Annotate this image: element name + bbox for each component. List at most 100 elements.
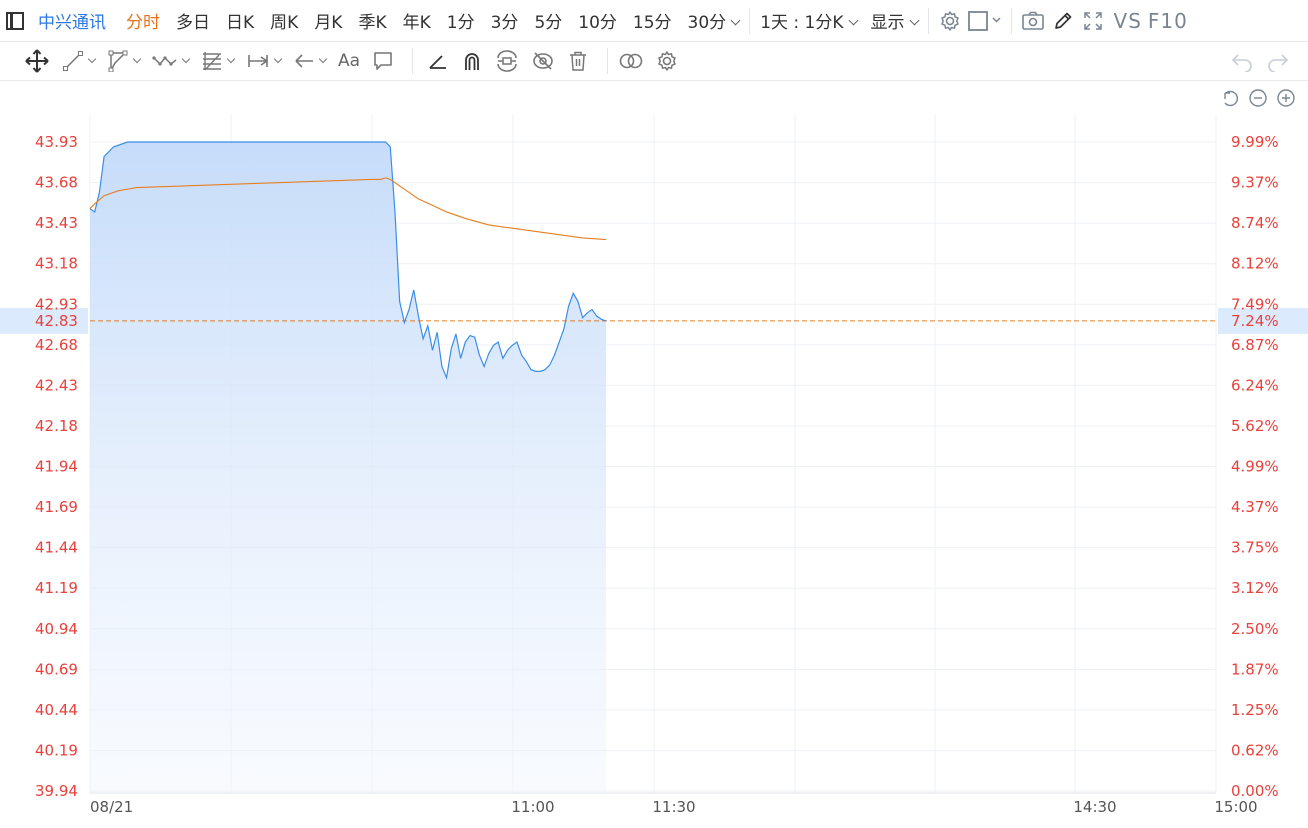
current-price-label: 42.83: [35, 312, 78, 330]
wave-pattern-icon: [152, 56, 177, 66]
fib-tool[interactable]: [201, 50, 236, 72]
delete-tool[interactable]: [567, 50, 589, 72]
tab-1min[interactable]: 1分: [447, 8, 475, 33]
line-tool[interactable]: [62, 50, 97, 72]
eye-off-icon: [533, 52, 553, 70]
pencil-icon[interactable]: [1048, 6, 1078, 36]
x-tick-label: 11:00: [511, 798, 554, 816]
fullscreen-icon[interactable]: [1078, 6, 1108, 36]
vs-compare-button[interactable]: VS: [1114, 9, 1142, 33]
y-tick-percent: 2.50%: [1231, 620, 1279, 638]
sync-icon: [497, 50, 517, 72]
display-dropdown[interactable]: 显示: [871, 8, 919, 33]
tab-daily-k[interactable]: 日K: [226, 8, 254, 33]
tab-3min[interactable]: 3分: [491, 8, 519, 33]
period-combo-dropdown[interactable]: 1天 : 1分K: [760, 8, 858, 33]
reset-zoom-icon[interactable]: [1224, 90, 1239, 107]
top-bar: 中兴通讯 分时 多日 日K 周K 月K 季K 年K 1分 3分 5分 10分 1…: [0, 0, 1308, 42]
x-tick-label: 14:30: [1073, 798, 1116, 816]
y-tick-percent: 3.75%: [1231, 539, 1279, 557]
tab-30min-label: 30分: [687, 13, 727, 33]
x-tick-label: 11:30: [652, 798, 695, 816]
y-tick-price: 42.43: [35, 376, 78, 394]
tab-10min[interactable]: 10分: [578, 8, 617, 33]
move-tool[interactable]: [24, 48, 50, 74]
y-tick-price: 41.94: [35, 458, 78, 476]
chevron-down-icon: [87, 54, 97, 64]
f10-button[interactable]: F10: [1148, 9, 1188, 33]
y-tick-percent: 9.99%: [1231, 133, 1279, 151]
zoom-out-icon[interactable]: [1249, 89, 1267, 107]
y-tick-price: 41.19: [35, 579, 78, 597]
y-tick-price: 41.69: [35, 498, 78, 516]
settings-gear-icon[interactable]: [935, 6, 965, 36]
text-tool-label: Aa: [338, 51, 361, 71]
wave-tool[interactable]: [152, 50, 191, 72]
period-combo-label: 1天 : 1分K: [760, 13, 844, 33]
overlap-circles-icon: [619, 53, 643, 69]
trend-line-icon: [63, 51, 83, 71]
tab-30min[interactable]: 30分: [687, 8, 741, 33]
x-tick-label: 08/21: [90, 798, 133, 816]
arrow-tool[interactable]: [293, 50, 328, 72]
y-tick-percent: 8.12%: [1231, 255, 1279, 273]
tab-monthly-k[interactable]: 月K: [314, 8, 342, 33]
move-arrows-icon: [25, 49, 49, 73]
y-tick-percent: 7.49%: [1231, 295, 1279, 313]
y-tick-percent: 6.24%: [1231, 376, 1279, 394]
range-measure-icon: [248, 55, 269, 67]
ruler-tool[interactable]: [427, 50, 449, 72]
intraday-chart[interactable]: 43.93 43.68 43.43 43.18 42.93 42.68 42.43 42.18…: [0, 81, 1308, 828]
divider: [749, 7, 751, 34]
tab-5min[interactable]: 5分: [534, 8, 562, 33]
y-tick-percent: 9.37%: [1231, 174, 1279, 192]
measure-tool[interactable]: [246, 50, 283, 72]
zoom-controls: [1224, 89, 1295, 107]
stock-name[interactable]: 中兴通讯: [38, 8, 106, 33]
layout-square-dropdown[interactable]: [965, 6, 1005, 36]
x-tick-label: 15:00: [1214, 798, 1257, 816]
tab-intraday[interactable]: 分时: [126, 8, 160, 33]
y-tick-price: 40.44: [35, 701, 78, 719]
redo-button[interactable]: [1266, 50, 1290, 72]
comment-tool[interactable]: [372, 50, 394, 72]
y-tick-percent: 1.25%: [1231, 701, 1279, 719]
comment-bubble-icon: [374, 52, 392, 70]
tab-weekly-k[interactable]: 周K: [270, 8, 298, 33]
angle-ruler-icon: [429, 55, 447, 69]
y-tick-percent: 0.62%: [1231, 741, 1279, 759]
shape-tool[interactable]: [107, 50, 142, 72]
sidebar-toggle-icon[interactable]: [6, 11, 24, 30]
gear-icon: [658, 51, 676, 71]
zoom-in-icon[interactable]: [1277, 89, 1295, 107]
price-area-fill: [90, 142, 607, 793]
divider: [607, 48, 609, 74]
camera-icon[interactable]: [1018, 6, 1048, 36]
y-tick-price: 42.18: [35, 417, 78, 435]
tab-multi-day[interactable]: 多日: [176, 8, 210, 33]
divider: [927, 7, 929, 34]
fibonacci-grid-icon: [203, 52, 221, 71]
text-tool[interactable]: Aa: [338, 51, 360, 71]
tab-15min[interactable]: 15分: [633, 8, 672, 33]
tab-quarterly-k[interactable]: 季K: [358, 8, 386, 33]
hide-drawings-tool[interactable]: [531, 50, 555, 72]
y-tick-price: 41.44: [35, 539, 78, 557]
magnet-tool[interactable]: [461, 50, 483, 72]
undo-icon: [1231, 54, 1252, 72]
y-tick-price: 40.94: [35, 620, 78, 638]
chevron-down-icon: [848, 15, 858, 26]
chevron-down-icon: [226, 54, 236, 64]
y-tick-percent: 4.37%: [1231, 498, 1279, 516]
lock-sync-tool[interactable]: [495, 50, 519, 72]
y-tick-price: 40.19: [35, 741, 78, 759]
current-percent-label: 7.24%: [1231, 312, 1279, 330]
y-tick-percent: 4.99%: [1231, 458, 1279, 476]
y-tick-percent: 6.87%: [1231, 336, 1279, 354]
chevron-down-icon: [132, 54, 142, 64]
compare-tool[interactable]: [618, 50, 644, 72]
undo-button[interactable]: [1230, 50, 1254, 72]
arrow-left-icon: [295, 54, 313, 68]
tab-yearly-k[interactable]: 年K: [403, 8, 431, 33]
toolbar-settings[interactable]: [656, 50, 678, 72]
